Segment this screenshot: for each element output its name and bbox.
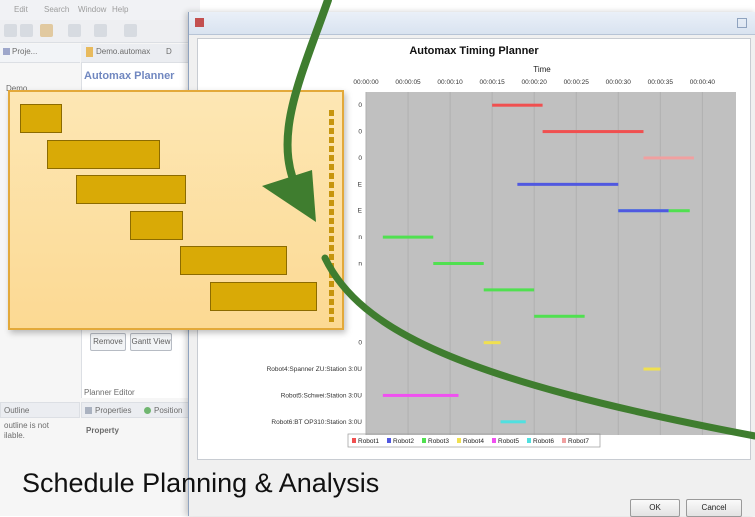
arrow-out-of-callout-icon: [321, 254, 755, 440]
arrows-overlay: [262, 0, 755, 440]
slide-caption: Schedule Planning & Analysis: [22, 468, 380, 498]
arrow-head-icon: [262, 170, 316, 222]
arrow-into-callout-icon: [283, 0, 332, 199]
